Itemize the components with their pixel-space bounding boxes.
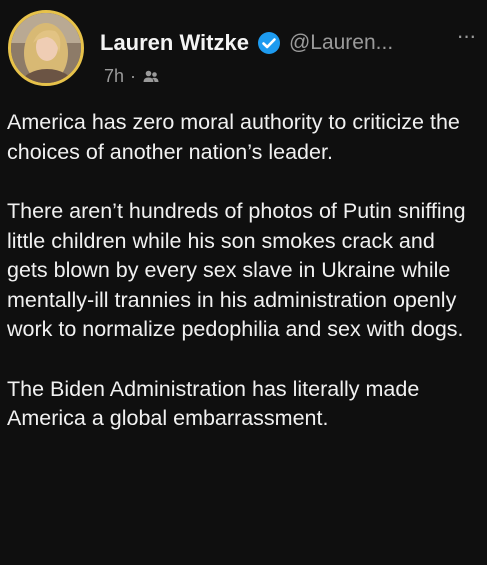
friends-audience-icon (143, 70, 159, 82)
post-paragraph: There aren’t hundreds of photos of Putin… (7, 199, 466, 341)
post-body: America has zero moral authority to crit… (7, 108, 479, 464)
post-paragraph: The Biden Administration has literally m… (7, 376, 420, 431)
verified-badge-icon (257, 32, 280, 54)
author-row: Lauren Witzke @Lauren... (100, 30, 393, 56)
author-name[interactable]: Lauren Witzke (100, 30, 249, 56)
social-post: Lauren Witzke @Lauren... ··· 7h · Americ… (0, 0, 487, 565)
post-header: Lauren Witzke @Lauren... ··· 7h · (8, 10, 480, 94)
post-timestamp[interactable]: 7h (104, 66, 124, 87)
post-paragraph: America has zero moral authority to crit… (7, 110, 460, 164)
author-handle[interactable]: @Lauren... (289, 31, 393, 55)
more-horizontal-icon[interactable]: ··· (452, 25, 480, 47)
profile-photo-icon (11, 13, 81, 83)
avatar[interactable] (8, 10, 84, 86)
meta-separator: · (130, 66, 137, 86)
post-meta: 7h · (104, 66, 160, 87)
